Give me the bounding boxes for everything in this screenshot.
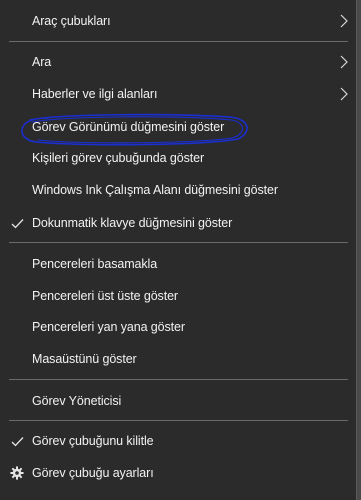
chevron-right-icon — [339, 54, 349, 70]
menu-item-taskbar-settings[interactable]: Görev çubuğu ayarları — [0, 458, 357, 488]
menu-item-label: Görev çubuğunu kilitle — [32, 434, 154, 448]
menu-item-task-manager[interactable]: Görev Yöneticisi — [0, 386, 357, 416]
menu-item-label: Pencereleri üst üste göster — [32, 289, 178, 303]
menu-item-stack-windows[interactable]: Pencereleri üst üste göster — [0, 281, 357, 311]
menu-item-show-people-on-taskbar[interactable]: Kişileri görev çubuğunda göster — [0, 143, 357, 173]
menu-item-label: Görev çubuğu ayarları — [32, 466, 154, 480]
menu-item-cascade-windows[interactable]: Pencereleri basamakla — [0, 249, 357, 279]
menu-separator — [9, 41, 348, 42]
menu-item-show-touch-keyboard-button[interactable]: Dokunmatik klavye düğmesini göster — [0, 208, 357, 238]
menu-item-label: Dokunmatik klavye düğmesini göster — [32, 216, 233, 230]
menu-item-side-by-side-windows[interactable]: Pencereleri yan yana göster — [0, 312, 357, 342]
menu-item-label: Pencereleri yan yana göster — [32, 320, 185, 334]
scrollbar[interactable] — [357, 0, 361, 500]
menu-item-label: Windows Ink Çalışma Alanı düğmesini göst… — [32, 183, 278, 197]
menu-item-label: Kişileri görev çubuğunda göster — [32, 151, 205, 165]
menu-separator — [9, 379, 348, 380]
menu-item-show-desktop[interactable]: Masaüstünü göster — [0, 344, 357, 374]
menu-item-label: Pencereleri basamakla — [32, 257, 158, 271]
checkmark-icon — [9, 215, 25, 231]
menu-item-label: Haberler ve ilgi alanları — [32, 87, 158, 101]
menu-item-show-windows-ink-button[interactable]: Windows Ink Çalışma Alanı düğmesini göst… — [0, 175, 357, 205]
taskbar-context-menu: Araç çubukları Ara Haberler ve ilgi alan… — [0, 0, 357, 500]
gear-icon — [9, 465, 25, 481]
menu-separator — [9, 420, 348, 421]
menu-item-label: Ara — [32, 55, 52, 69]
menu-item-toolbars[interactable]: Araç çubukları — [0, 6, 357, 36]
menu-item-label: Görev Görünümü düğmesini göster — [32, 120, 225, 134]
menu-item-show-task-view-button[interactable]: Görev Görünümü düğmesini göster — [0, 112, 357, 142]
checkmark-icon — [9, 433, 25, 449]
menu-item-search[interactable]: Ara — [0, 47, 357, 77]
chevron-right-icon — [339, 86, 349, 102]
menu-item-news-and-interests[interactable]: Haberler ve ilgi alanları — [0, 79, 357, 109]
menu-item-lock-taskbar[interactable]: Görev çubuğunu kilitle — [0, 426, 357, 456]
chevron-right-icon — [339, 13, 349, 29]
menu-separator — [9, 242, 348, 243]
menu-item-label: Masaüstünü göster — [32, 352, 137, 366]
menu-item-label: Görev Yöneticisi — [32, 394, 122, 408]
menu-item-label: Araç çubukları — [32, 14, 111, 28]
